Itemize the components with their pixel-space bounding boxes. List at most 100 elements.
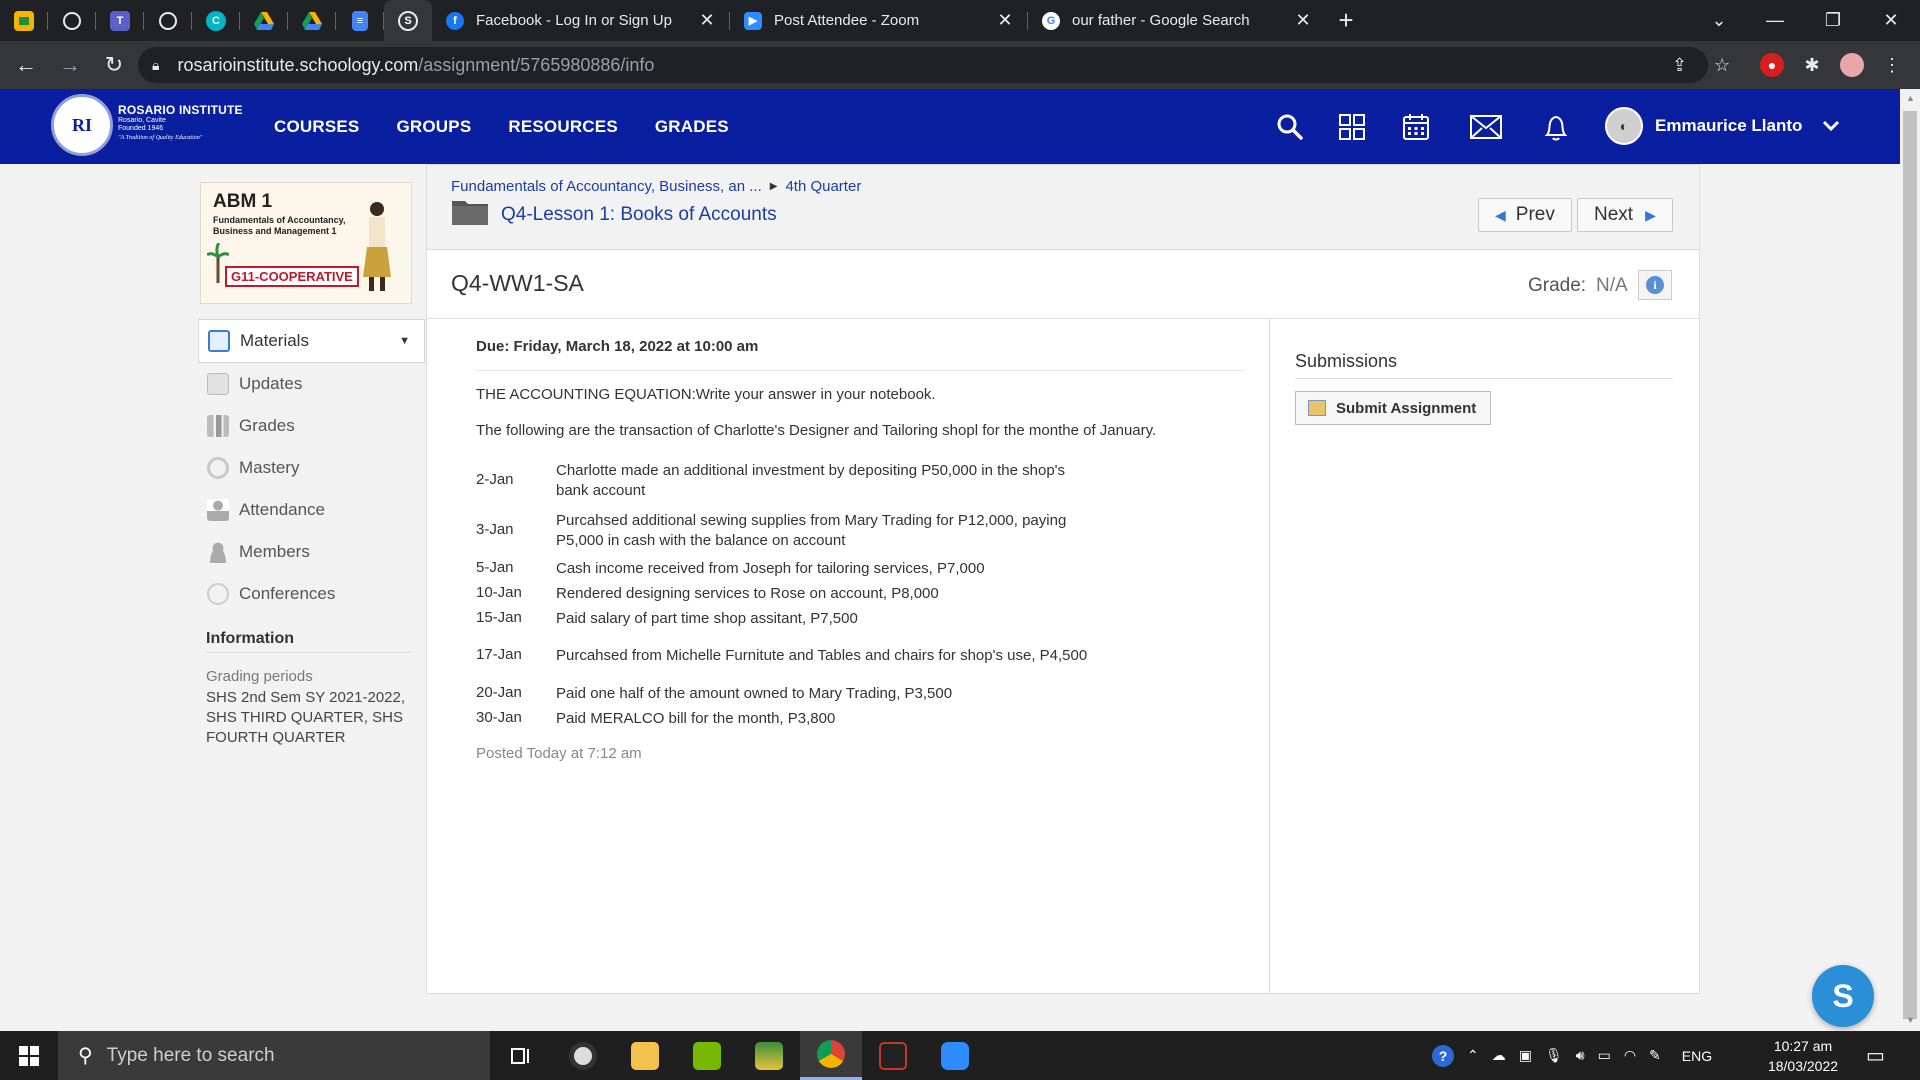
pinned-tab-schoology[interactable]: S (384, 0, 432, 41)
nav-resources[interactable]: RESOURCES (508, 117, 618, 137)
scrollbar-thumb[interactable] (1903, 111, 1917, 1019)
page-scrollbar[interactable]: ▲ ▼ (1900, 89, 1920, 1031)
taskbar-app-chrome[interactable] (800, 1031, 862, 1080)
tab-google[interactable]: G our father - Google Search ✕ (1028, 0, 1326, 41)
taskbar-app-nvidia[interactable] (676, 1031, 738, 1080)
prev-button[interactable]: ◀ Prev (1478, 198, 1572, 232)
onedrive-icon[interactable]: ☁ (1492, 1047, 1506, 1064)
taskbar-search-placeholder: Type here to search (106, 1044, 275, 1066)
search-icon[interactable] (1274, 111, 1306, 143)
new-tab-button[interactable]: + (1326, 0, 1366, 41)
taskbar-app-explorer[interactable] (614, 1031, 676, 1080)
close-tab-icon[interactable]: ✕ (1292, 10, 1314, 31)
taskbar-app-game[interactable] (862, 1031, 924, 1080)
tab-zoom[interactable]: ▶ Post Attendee - Zoom ✕ (730, 0, 1028, 41)
breadcrumb-course-link[interactable]: Fundamentals of Accountancy, Business, a… (451, 178, 762, 196)
help-icon[interactable]: ? (1432, 1044, 1454, 1067)
nav-courses[interactable]: COURSES (274, 117, 359, 137)
close-tab-icon[interactable]: ✕ (696, 10, 718, 31)
sidebar-item-label: Members (239, 542, 310, 561)
site-header: RI ROSARIO INSTITUTE Rosario, Cavite Fou… (0, 89, 1900, 164)
notifications-bell-icon[interactable] (1540, 111, 1572, 143)
reload-button[interactable]: ↻ (96, 47, 132, 83)
app-icon (159, 11, 177, 30)
browser-menu-icon[interactable]: ⋮ (1880, 53, 1904, 77)
wifi-icon[interactable]: ◠ (1624, 1047, 1636, 1064)
pinned-tab-app[interactable] (144, 0, 192, 41)
taskbar-search-input[interactable]: ⚲ Type here to search (58, 1031, 490, 1080)
share-icon[interactable]: ⇪ (1672, 55, 1687, 76)
transaction-date: 17-Jan (476, 646, 522, 663)
taskbar-app-zoom[interactable] (924, 1031, 986, 1080)
notifications-icon[interactable]: ▭ (1866, 1031, 1885, 1080)
transaction-date: 10-Jan (476, 584, 522, 601)
close-window-button[interactable]: ✕ (1862, 0, 1920, 41)
breadcrumb-folder-link[interactable]: 4th Quarter (785, 178, 861, 196)
help-chat-button[interactable]: S (1812, 965, 1874, 1027)
sidebar-item-grades[interactable]: Grades (198, 405, 425, 447)
minimize-button[interactable]: — (1746, 0, 1804, 41)
forward-button[interactable]: → (52, 47, 88, 83)
course-subtitle: Fundamentals of Accountancy, Business an… (213, 215, 346, 236)
profile-avatar-icon[interactable] (1840, 53, 1864, 77)
windows-start-icon[interactable] (0, 1031, 58, 1080)
transaction-row: 10-Jan Rendered designing services to Ro… (476, 584, 1126, 604)
classroom-icon (14, 10, 34, 31)
pen-icon[interactable]: ✎ (1649, 1047, 1661, 1064)
bookmark-star-icon[interactable]: ☆ (1714, 55, 1730, 76)
taskbar-app-bluestacks[interactable] (738, 1031, 800, 1080)
caret-down-icon[interactable]: ▼ (399, 335, 410, 347)
sidebar-item-updates[interactable]: Updates (198, 363, 425, 405)
grade-value: N/A (1596, 275, 1628, 296)
pinned-tab-drive-1[interactable] (240, 0, 288, 41)
taskbar-clock[interactable]: 10:27 am 18/03/2022 (1764, 1036, 1842, 1076)
device-icon[interactable]: ▣ (1519, 1047, 1532, 1064)
transaction-text: Purcahsed from Michelle Furnitute and Ta… (556, 647, 1088, 664)
extension-red-icon[interactable]: ● (1760, 53, 1784, 77)
restore-button[interactable]: ❐ (1804, 0, 1862, 41)
microphone-icon[interactable]: 🎙︎ (1545, 1047, 1563, 1064)
chevron-up-icon[interactable]: ⌃ (1467, 1047, 1479, 1064)
scroll-up-arrow-icon[interactable]: ▲ (1906, 93, 1915, 103)
back-button[interactable]: ← (8, 47, 44, 83)
pinned-tab-docs[interactable]: ≡ (336, 0, 384, 41)
apps-grid-icon[interactable] (1336, 111, 1368, 143)
transaction-text: Cash income received from Joseph for tai… (556, 560, 985, 577)
mail-icon[interactable] (1470, 111, 1502, 143)
next-button[interactable]: Next ▶ (1577, 198, 1673, 232)
sidebar-item-attendance[interactable]: Attendance (198, 489, 425, 531)
pinned-tab-teams[interactable]: T (96, 0, 144, 41)
extensions-puzzle-icon[interactable]: ✱ (1800, 53, 1824, 77)
pinned-tab-canva[interactable]: C (192, 0, 240, 41)
url-field[interactable]: 🔒︎ rosarioinstitute.schoology.com/assign… (138, 47, 1708, 83)
nav-grades[interactable]: GRADES (655, 117, 729, 137)
sidebar-item-materials[interactable]: Materials ▼ (198, 319, 425, 363)
nav-groups[interactable]: GROUPS (396, 117, 471, 137)
grade-info-button[interactable]: i (1638, 270, 1672, 300)
sidebar-item-conferences[interactable]: Conferences (198, 573, 425, 615)
close-tab-icon[interactable]: ✕ (994, 10, 1016, 31)
battery-icon[interactable]: ▭ (1598, 1047, 1611, 1064)
clock-date: 18/03/2022 (1767, 1058, 1839, 1074)
pinned-tab-classroom[interactable] (0, 0, 48, 41)
tab-search-icon[interactable]: ⌄ (1690, 0, 1748, 41)
course-profile-image[interactable]: ABM 1 Fundamentals of Accountancy, Busin… (200, 182, 412, 304)
task-view-icon[interactable] (490, 1031, 552, 1080)
sidebar-item-members[interactable]: Members (198, 531, 425, 573)
submit-assignment-button[interactable]: Submit Assignment (1295, 391, 1491, 425)
user-menu[interactable]: ◐ Emmaurice Llanto (1605, 107, 1840, 145)
drive-icon (302, 11, 322, 31)
sidebar-item-mastery[interactable]: Mastery (198, 447, 425, 489)
lock-icon: 🔒︎ (152, 56, 160, 73)
volume-icon[interactable]: 🔊︎ (1576, 1047, 1585, 1064)
school-logo[interactable]: RI (51, 94, 113, 156)
language-indicator[interactable]: ENG (1682, 1048, 1712, 1064)
scroll-down-arrow-icon[interactable]: ▼ (1906, 1015, 1915, 1025)
pinned-tab-drive-2[interactable] (288, 0, 336, 41)
taskbar-app-media[interactable] (552, 1031, 614, 1080)
lesson-title-link[interactable]: Q4-Lesson 1: Books of Accounts (501, 204, 777, 226)
facebook-icon: f (446, 11, 464, 30)
tab-facebook[interactable]: f Facebook - Log In or Sign Up ✕ (432, 0, 730, 41)
pinned-tab-web[interactable] (48, 0, 96, 41)
calendar-icon[interactable] (1400, 111, 1432, 143)
